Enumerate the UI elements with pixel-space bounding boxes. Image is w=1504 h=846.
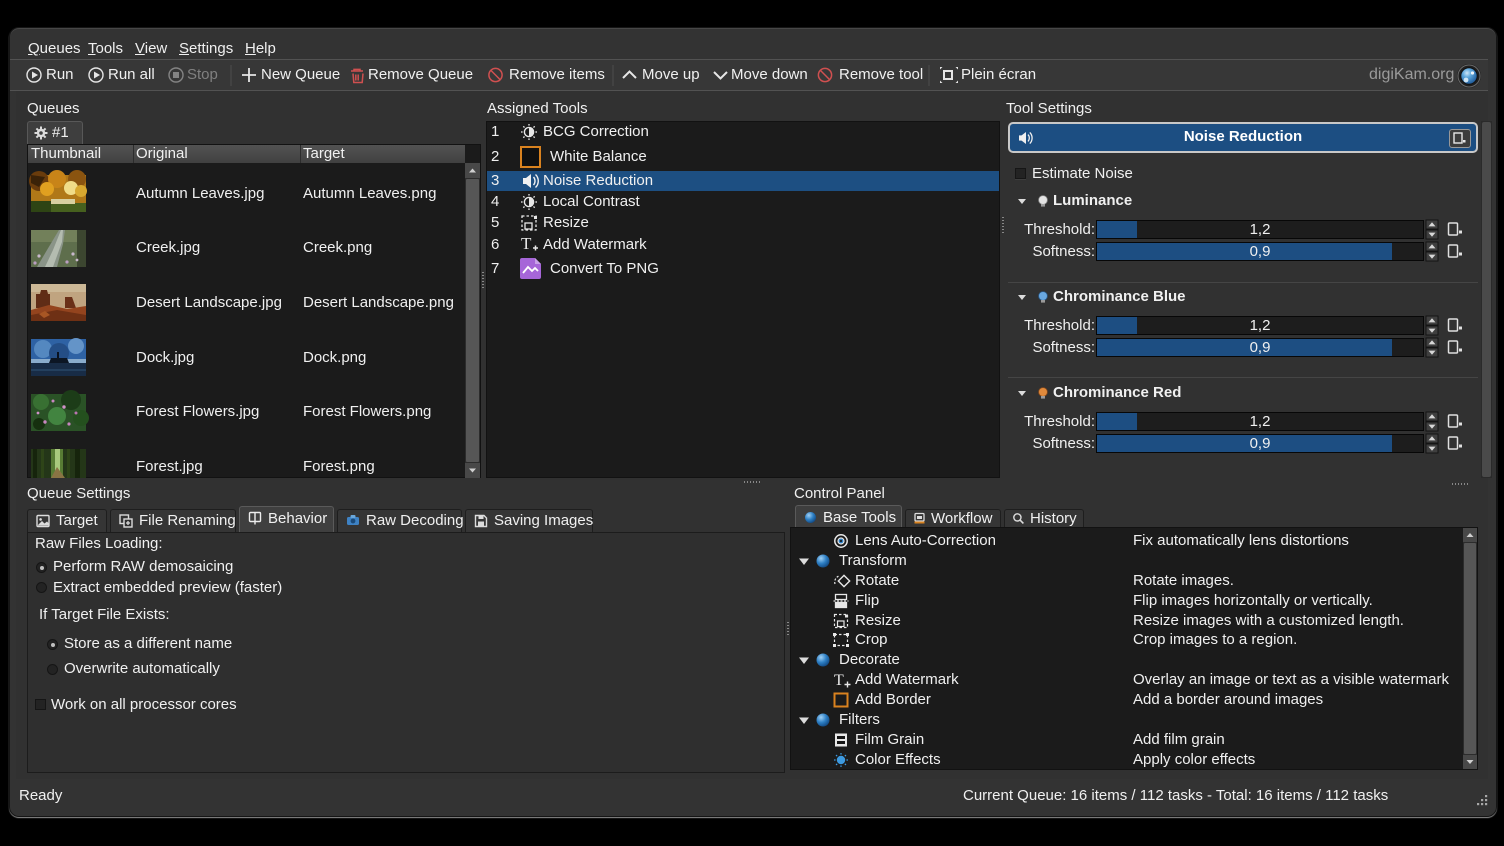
svg-text:T: T	[834, 672, 844, 689]
svg-text:T: T	[521, 234, 532, 253]
